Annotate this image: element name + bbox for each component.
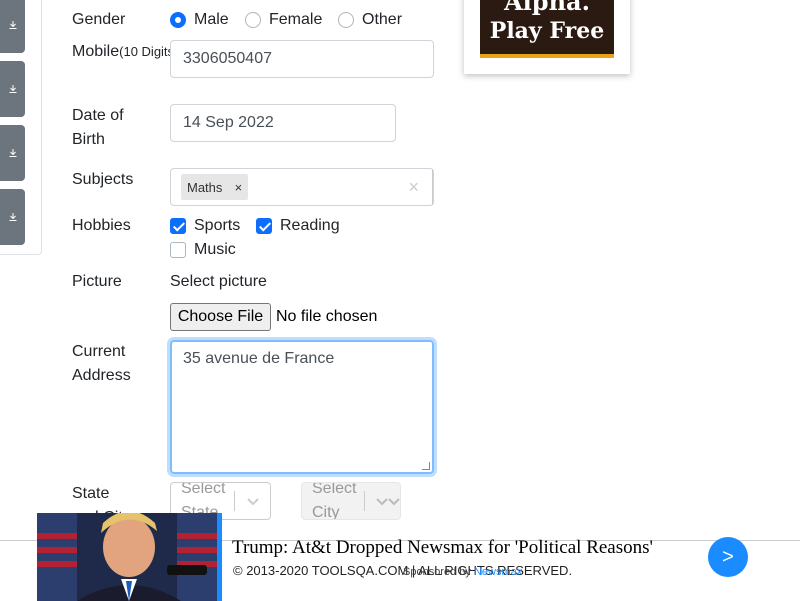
hobby-music-label[interactable]: Music — [194, 241, 236, 259]
hobby-option-music[interactable]: Music — [170, 238, 236, 262]
gender-label: Gender — [72, 11, 126, 28]
ad-image[interactable]: Alpha. Play Free — [480, 0, 614, 58]
banner-next-button[interactable]: > — [708, 537, 748, 577]
ad-line2: Play Free — [489, 18, 605, 44]
banner-sponsored-prefix: Sponsored by — [403, 566, 471, 578]
address-label: Current Address — [72, 340, 131, 388]
gender-female-label[interactable]: Female — [269, 11, 322, 29]
gender-female-radio[interactable] — [245, 12, 261, 28]
city-select-separator — [364, 491, 365, 511]
hobby-sports-label[interactable]: Sports — [194, 217, 240, 235]
hobbies-label: Hobbies — [72, 217, 131, 234]
dob-label-line2: Birth — [72, 131, 105, 148]
hobby-music-checkbox[interactable] — [170, 242, 186, 258]
address-label-line1: Current — [72, 343, 126, 360]
mobile-input[interactable]: 3306050407 — [170, 40, 434, 78]
download-icon — [9, 85, 16, 93]
subject-chip-label: Maths — [187, 179, 223, 195]
subjects-label: Subjects — [72, 171, 134, 188]
subjects-clear-icon[interactable]: × — [408, 177, 419, 197]
hobby-sports-checkbox[interactable] — [170, 218, 186, 234]
picture-label: Picture — [72, 273, 122, 290]
resize-handle[interactable] — [422, 462, 430, 470]
subject-chip-remove-icon[interactable]: × — [228, 174, 248, 200]
file-status: No file chosen — [276, 308, 378, 325]
city-select[interactable]: Select City — [301, 482, 401, 520]
ad-box[interactable]: Alpha. Play Free — [464, 0, 630, 74]
ad-line1: Alpha. — [504, 0, 590, 16]
address-label-line2: Address — [72, 367, 131, 384]
state-select-separator — [234, 491, 235, 511]
gender-male-radio[interactable] — [170, 12, 186, 28]
gender-male-label[interactable]: Male — [194, 11, 229, 29]
banner-accent-bar — [217, 513, 222, 601]
banner-sponsored: Sponsored by Newsmax — [403, 566, 522, 578]
picture-caption: Select picture — [170, 273, 267, 290]
gender-option-female[interactable]: Female — [245, 8, 322, 32]
subject-chip: Maths × — [181, 174, 249, 200]
gender-option-other[interactable]: Other — [338, 8, 402, 32]
sidebar-download-button-2[interactable] — [0, 61, 25, 117]
dob-input[interactable]: 14 Sep 2022 — [170, 104, 396, 142]
hobby-reading-checkbox[interactable] — [256, 218, 272, 234]
current-address-textarea[interactable]: 35 avenue de France — [170, 340, 434, 474]
dob-label: Date of Birth — [72, 104, 124, 152]
gender-other-label[interactable]: Other — [362, 11, 402, 29]
hobby-reading-label[interactable]: Reading — [280, 217, 340, 235]
bottom-banner[interactable]: Trump: At&t Dropped Newsmax for 'Politic… — [0, 513, 800, 601]
gender-other-radio[interactable] — [338, 12, 354, 28]
banner-headline[interactable]: Trump: At&t Dropped Newsmax for 'Politic… — [232, 537, 653, 559]
banner-photo[interactable] — [37, 513, 217, 601]
mobile-label-text: Mobile — [72, 43, 120, 60]
sidebar-download-button-3[interactable] — [0, 125, 25, 181]
banner-sponsor-link[interactable]: Newsmax — [474, 566, 522, 578]
chevron-down-icon — [376, 498, 400, 506]
chevron-down-icon — [247, 498, 259, 506]
subjects-input[interactable]: Maths × × — [170, 168, 434, 206]
choose-file-button[interactable]: Choose File — [170, 303, 271, 331]
sidebar-download-button-4[interactable] — [0, 189, 25, 245]
download-icon — [9, 149, 16, 157]
state-city-label-line1: State — [72, 485, 110, 502]
download-icon — [9, 21, 16, 29]
sidebar-download-button-1[interactable] — [0, 0, 25, 53]
current-address-value: 35 avenue de France — [183, 350, 335, 367]
download-icon — [9, 213, 16, 221]
hobby-option-reading[interactable]: Reading — [256, 214, 340, 238]
banner-photo-illustration — [37, 513, 217, 601]
city-placeholder: Select City — [312, 482, 357, 520]
gender-option-male[interactable]: Male — [170, 8, 229, 32]
subjects-separator — [432, 169, 433, 205]
dob-label-line1: Date of — [72, 107, 124, 124]
hobby-option-sports[interactable]: Sports — [170, 214, 240, 238]
